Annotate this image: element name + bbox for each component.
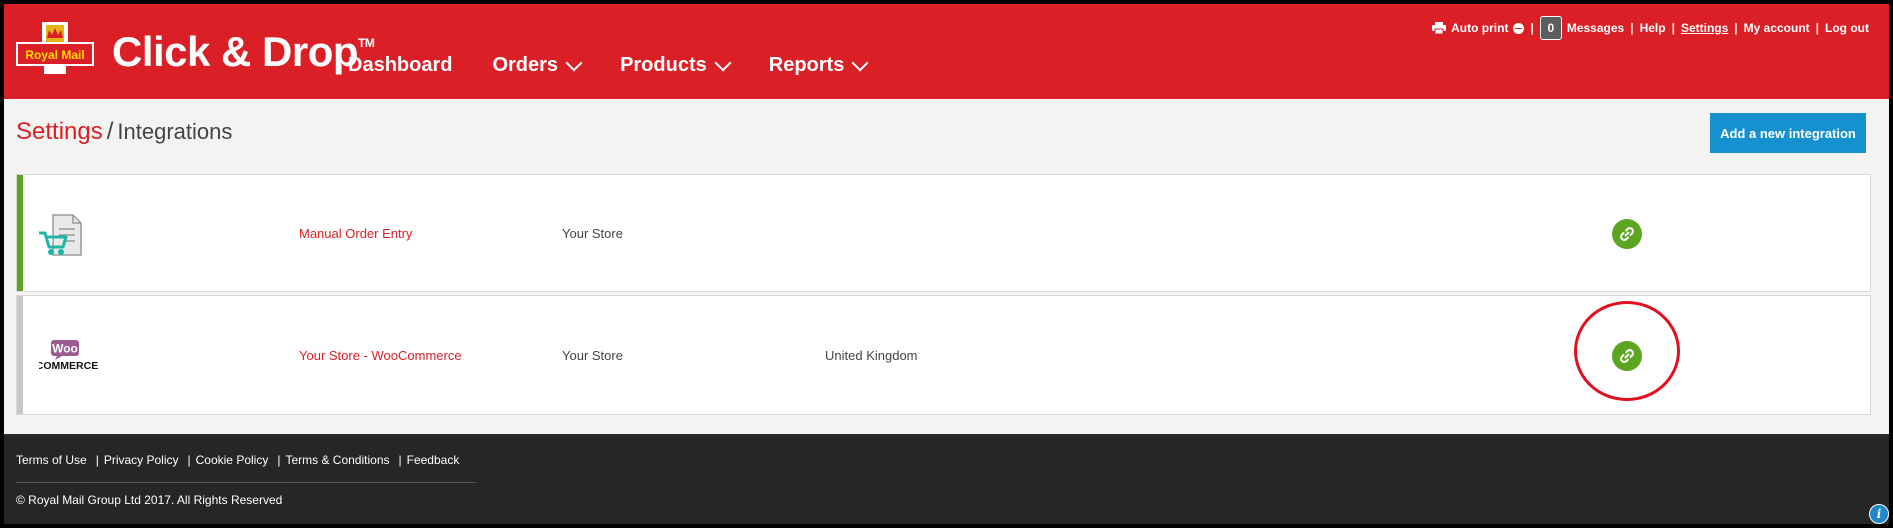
integration-store: Your Store xyxy=(562,226,623,241)
messages-count-badge[interactable]: 0 xyxy=(1539,16,1562,40)
app-window: Royal Mail Click & DropTM Dashboard Orde… xyxy=(0,0,1893,528)
breadcrumb-separator: / xyxy=(106,118,114,145)
breadcrumb-settings-link[interactable]: Settings xyxy=(16,118,103,145)
trademark: TM xyxy=(358,36,375,50)
nav-products[interactable]: Products xyxy=(620,54,732,77)
row-accent-bar xyxy=(17,296,23,414)
main-nav: Dashboard Orders Products Reports xyxy=(348,54,869,77)
link-button[interactable] xyxy=(1612,219,1642,249)
copyright: © Royal Mail Group Ltd 2017. All Rights … xyxy=(16,493,283,507)
messages-link[interactable]: Messages xyxy=(1567,21,1624,35)
woocommerce-logo: Woo COMMERCE xyxy=(36,340,103,374)
link-icon xyxy=(1620,349,1634,363)
integration-country: United Kingdom xyxy=(825,348,918,363)
page-title: Integrations xyxy=(117,119,233,144)
svg-text:Royal Mail: Royal Mail xyxy=(25,48,84,62)
row-accent-bar xyxy=(17,175,23,291)
manual-order-entry-icon xyxy=(37,211,87,261)
nav-dashboard-label: Dashboard xyxy=(348,54,453,76)
integration-row: Woo COMMERCE Your Store - WooCommerce Yo… xyxy=(16,295,1871,415)
svg-text:Woo: Woo xyxy=(52,342,78,356)
nav-reports[interactable]: Reports xyxy=(768,54,869,77)
nav-products-label: Products xyxy=(620,54,707,76)
my-account-link[interactable]: My account xyxy=(1744,21,1810,35)
footer-divider xyxy=(16,482,476,483)
log-out-link[interactable]: Log out xyxy=(1825,21,1869,35)
nav-orders-label: Orders xyxy=(492,54,559,76)
footer-link-feedback[interactable]: Feedback xyxy=(407,453,460,467)
link-button[interactable] xyxy=(1612,341,1642,371)
footer-link-privacy-policy[interactable]: Privacy Policy xyxy=(104,453,179,467)
footer-links: Terms of Use | Privacy Policy | Cookie P… xyxy=(16,453,460,467)
header: Royal Mail Click & DropTM Dashboard Orde… xyxy=(4,4,1889,99)
breadcrumb: Settings / Integrations xyxy=(16,118,232,146)
chevron-down-icon xyxy=(851,54,869,71)
nav-orders[interactable]: Orders xyxy=(492,54,583,77)
footer: Terms of Use | Privacy Policy | Cookie P… xyxy=(4,434,1889,524)
info-icon[interactable]: i xyxy=(1869,504,1889,524)
chevron-down-icon xyxy=(714,54,732,71)
chevron-down-icon xyxy=(565,54,583,71)
royal-mail-logo[interactable]: Royal Mail xyxy=(16,22,94,76)
printer-icon xyxy=(1432,22,1447,34)
auto-print-link[interactable]: Auto print xyxy=(1451,21,1508,35)
nav-reports-label: Reports xyxy=(768,54,845,76)
footer-link-cookie-policy[interactable]: Cookie Policy xyxy=(196,453,269,467)
integration-name-link[interactable]: Your Store - WooCommerce xyxy=(299,348,462,363)
footer-link-terms-of-use[interactable]: Terms of Use xyxy=(16,453,87,467)
integration-store: Your Store xyxy=(562,348,623,363)
brand-title: Click & DropTM xyxy=(112,28,375,76)
nav-dashboard[interactable]: Dashboard xyxy=(348,54,452,77)
integration-row: Manual Order Entry Your Store xyxy=(16,174,1871,292)
integration-name-link[interactable]: Manual Order Entry xyxy=(299,226,412,241)
brand-name: Click & Drop xyxy=(112,28,359,75)
top-utility-bar: Auto print | 0 Messages | Help | Setting… xyxy=(1432,16,1869,40)
minus-circle-icon[interactable] xyxy=(1513,22,1525,34)
help-link[interactable]: Help xyxy=(1640,21,1666,35)
footer-link-terms-conditions[interactable]: Terms & Conditions xyxy=(285,453,389,467)
svg-text:COMMERCE: COMMERCE xyxy=(39,360,98,372)
add-integration-button[interactable]: Add a new integration xyxy=(1710,113,1866,153)
settings-link[interactable]: Settings xyxy=(1681,21,1728,35)
link-icon xyxy=(1620,227,1634,241)
